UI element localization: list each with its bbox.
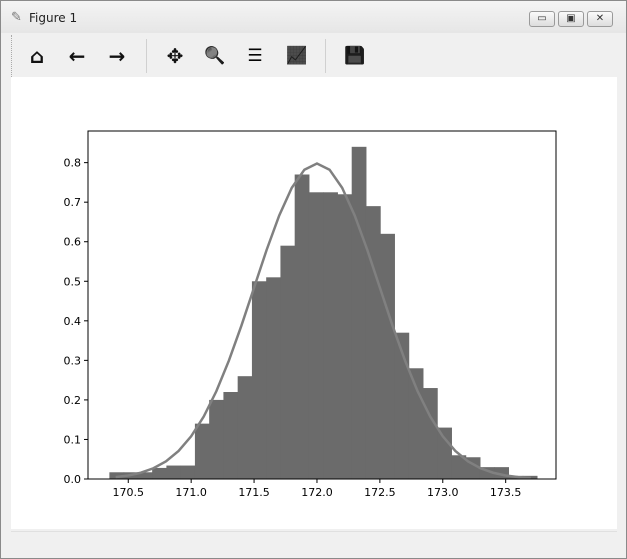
y-tick-label: 0.7 bbox=[64, 196, 82, 209]
line-chart-icon: 📈 bbox=[286, 46, 308, 66]
y-tick-label: 0.4 bbox=[64, 315, 82, 328]
window-title: Figure 1 bbox=[29, 11, 78, 25]
histogram-bar bbox=[294, 174, 310, 479]
y-tick-label: 0.8 bbox=[64, 157, 82, 170]
histogram-bar bbox=[337, 194, 353, 479]
y-tick-label: 0.2 bbox=[64, 394, 82, 407]
restore-button[interactable]: ▣ bbox=[558, 11, 584, 27]
x-tick-label: 170.5 bbox=[113, 486, 145, 499]
minimize-button[interactable]: ▭ bbox=[529, 11, 555, 27]
figure-window: ✎ Figure 1 ▭ ▣ ✕ ⌂ ← → ✥ 🔍 ☰ 📈 💾 170.5 171.0 171.… bbox=[0, 0, 627, 559]
histogram-bar bbox=[308, 192, 324, 479]
y-tick-label: 0.1 bbox=[64, 433, 82, 446]
histogram-bar bbox=[380, 233, 395, 479]
status-bar bbox=[11, 531, 617, 553]
histogram-bar bbox=[166, 465, 182, 479]
magnifier-icon: 🔍 bbox=[204, 46, 226, 66]
arrow-left-icon: ← bbox=[68, 44, 86, 68]
home-icon: ⌂ bbox=[29, 44, 45, 68]
configure-subplots-button[interactable]: ☰ bbox=[240, 41, 270, 71]
pan-button[interactable]: ✥ bbox=[160, 41, 190, 71]
x-tick-label: 171.5 bbox=[238, 486, 270, 499]
back-button[interactable]: ← bbox=[62, 41, 92, 71]
x-tick-label: 173.0 bbox=[427, 486, 459, 499]
y-tick-label: 0.3 bbox=[64, 354, 82, 367]
histogram-chart: 170.5 171.0 171.5 172.0 172.5 173.0 173.5 0.0 0.… bbox=[64, 130, 557, 499]
y-tick-label: 0.6 bbox=[64, 236, 82, 249]
histogram-bar bbox=[194, 423, 210, 479]
histogram-bar bbox=[152, 467, 167, 479]
toolbar-separator bbox=[325, 39, 326, 73]
arrow-right-icon: → bbox=[108, 44, 126, 68]
x-tick-label: 171.0 bbox=[175, 486, 207, 499]
histogram-bar bbox=[323, 192, 338, 479]
toolbar-separator bbox=[146, 39, 147, 73]
y-tick-label: 0.0 bbox=[64, 473, 82, 486]
x-tick-label: 173.5 bbox=[490, 486, 522, 499]
histogram-bar bbox=[437, 427, 452, 479]
edit-axes-button[interactable]: 📈 bbox=[282, 41, 312, 71]
y-tick-label: 0.5 bbox=[64, 275, 82, 288]
histogram-bar bbox=[280, 245, 296, 479]
x-tick-label: 172.5 bbox=[364, 486, 396, 499]
forward-button[interactable]: → bbox=[102, 41, 132, 71]
x-tick-label: 172.0 bbox=[301, 486, 333, 499]
move-icon: ✥ bbox=[166, 44, 184, 68]
histogram-bar bbox=[180, 465, 196, 479]
close-button[interactable]: ✕ bbox=[587, 11, 613, 27]
histogram-bar bbox=[223, 392, 239, 479]
histogram-bar bbox=[266, 277, 281, 479]
save-button[interactable]: 💾 bbox=[340, 41, 370, 71]
histogram-bar bbox=[209, 399, 224, 479]
histogram-bar bbox=[251, 281, 267, 479]
figure-canvas[interactable]: 170.5 171.0 171.5 172.0 172.5 173.0 173.5 0.0 0.… bbox=[11, 77, 617, 529]
histogram-bar bbox=[237, 376, 253, 479]
home-button[interactable]: ⌂ bbox=[22, 41, 52, 71]
matplotlib-icon: ✎ bbox=[11, 10, 22, 25]
floppy-disk-icon: 💾 bbox=[344, 46, 366, 66]
zoom-button[interactable]: 🔍 bbox=[200, 41, 230, 71]
title-bar[interactable]: ✎ Figure 1 ▭ ▣ ✕ bbox=[1, 1, 626, 33]
navigation-toolbar: ⌂ ← → ✥ 🔍 ☰ 📈 💾 bbox=[11, 35, 617, 77]
histogram-bar bbox=[351, 146, 367, 479]
sliders-icon: ☰ bbox=[247, 46, 263, 66]
histogram-bar bbox=[365, 206, 381, 480]
histogram-bar bbox=[422, 388, 438, 479]
